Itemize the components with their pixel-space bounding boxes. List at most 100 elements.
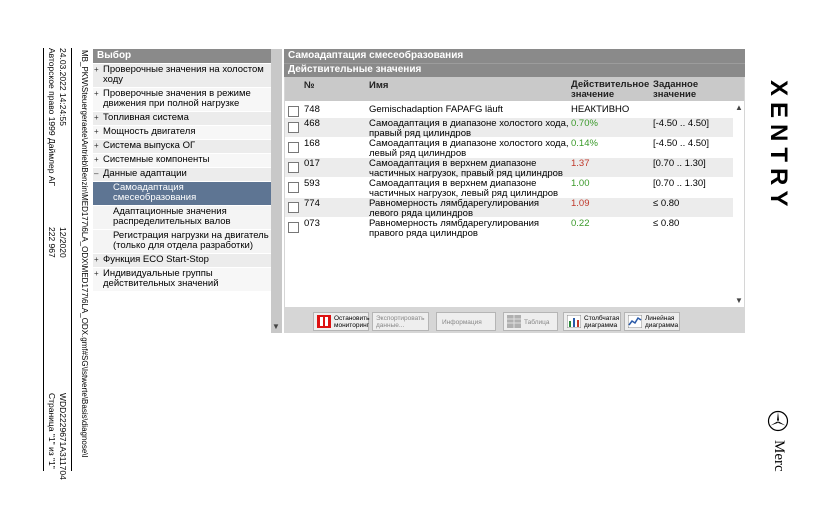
print-date-time: 24.03.2022 14:24:55	[58, 48, 68, 126]
table-row[interactable]: 017 Самоадаптация в верхнем диапазоне ча…	[285, 158, 733, 179]
column-num[interactable]: №	[304, 81, 315, 91]
tree-item-label: Проверочные значения в режиме движения п…	[103, 88, 251, 109]
line-chart-label: Линейная диаграмма	[645, 315, 679, 329]
expand-icon[interactable]: +	[94, 89, 102, 99]
row-target: ≤ 0.80	[653, 198, 680, 209]
row-num: 748	[304, 104, 320, 115]
panel-title: Самоадаптация смесеобразования	[284, 49, 745, 63]
row-name: Равномерность лямбдарегулирования левого…	[369, 198, 540, 219]
scroll-down-icon[interactable]: ▼	[735, 296, 743, 305]
table-header: № Имя Действительное значение Заданное з…	[285, 77, 744, 101]
tree-item-label: Топливная система	[103, 112, 189, 123]
tree-item-camshaft-adaptation[interactable]: Адаптационные значения распределительных…	[93, 206, 271, 229]
bar-chart-button[interactable]: Столбчатая диаграмма	[563, 312, 621, 331]
expand-icon[interactable]: +	[94, 127, 102, 137]
tree-item-exhaust-system[interactable]: + Система выпуска ОГ	[93, 140, 271, 153]
row-checkbox[interactable]	[288, 182, 299, 193]
row-name: Самоадаптация в верхнем диапазоне частич…	[369, 158, 563, 179]
print-page: Страница "1" из "1"	[47, 393, 57, 469]
collapse-icon[interactable]: –	[94, 169, 102, 179]
line-chart-icon	[628, 315, 642, 328]
table-icon	[507, 315, 521, 328]
expand-icon[interactable]: +	[94, 155, 102, 165]
table-row[interactable]: 468 Самоадаптация в диапазоне холостого …	[285, 118, 733, 139]
row-actual: 0.22	[571, 218, 590, 229]
tree-item-idle-values[interactable]: + Проверочные значения на холостом ходу	[93, 64, 271, 87]
stop-monitoring-label: Остановить мониторинг	[334, 315, 370, 329]
column-target[interactable]: Заданное значение	[653, 80, 723, 100]
tree-item-label: Система выпуска ОГ	[103, 140, 196, 151]
tree-item-individual-groups[interactable]: + Индивидуальные группы действительных зн…	[93, 268, 271, 291]
xentry-logo: XENTRY	[765, 80, 792, 213]
tree-item-mixture-adaptation[interactable]: Самоадаптация смесеобразования	[93, 182, 271, 205]
scroll-down-icon[interactable]: ▼	[272, 322, 280, 331]
table-row[interactable]: 593 Самоадаптация в верхнем диапазоне ча…	[285, 178, 733, 199]
print-vin: WDD2229671A311704	[58, 393, 68, 480]
row-actual: НЕАКТИВНО	[571, 104, 630, 115]
table-view-button[interactable]: Таблица	[503, 312, 558, 331]
export-data-button[interactable]: Экспортировать данные...	[372, 312, 429, 331]
row-checkbox[interactable]	[288, 202, 299, 213]
expand-icon[interactable]: +	[94, 113, 102, 123]
row-name: Равномерность лямбдарегулирования правог…	[369, 218, 540, 239]
tree-item-label: Мощность двигателя	[103, 126, 196, 137]
values-table: № Имя Действительное значение Заданное з…	[285, 77, 744, 307]
table-row[interactable]: 748 Gemischadaption FAPAFG läuft НЕАКТИВ…	[285, 104, 733, 118]
expand-icon[interactable]: +	[94, 141, 102, 151]
scroll-up-icon[interactable]: ▲	[735, 103, 743, 112]
line-chart-button[interactable]: Линейная диаграмма	[624, 312, 680, 331]
row-target: [-4.50 .. 4.50]	[653, 138, 709, 149]
row-checkbox[interactable]	[288, 106, 299, 117]
row-actual: 1.00	[571, 178, 590, 189]
row-checkbox[interactable]	[288, 122, 299, 133]
table-row[interactable]: 168 Самоадаптация в диапазоне холостого …	[285, 138, 733, 159]
row-actual: 0.70%	[571, 118, 598, 129]
mercedes-star-icon	[767, 410, 789, 432]
column-name[interactable]: Имя	[369, 81, 388, 91]
panel-subtitle: Действительные значения	[284, 63, 745, 77]
print-version-num: 222 967	[47, 227, 57, 258]
information-label: Информация	[442, 319, 482, 326]
print-version: 12/2020	[58, 227, 68, 258]
bar-chart-icon	[567, 315, 581, 328]
selection-panel: Выбор + Проверочные значения на холостом …	[93, 49, 271, 333]
table-row[interactable]: 774 Равномерность лямбдарегулирования ле…	[285, 198, 733, 219]
row-target: [0.70 .. 1.30]	[653, 178, 706, 189]
tree-item-label: Данные адаптации	[103, 168, 187, 179]
row-checkbox[interactable]	[288, 222, 299, 233]
row-num: 774	[304, 198, 320, 209]
tree-item-eco-start-stop[interactable]: + Функция ECO Start-Stop	[93, 254, 271, 267]
row-checkbox[interactable]	[288, 162, 299, 173]
expand-icon[interactable]: +	[94, 255, 102, 265]
expand-icon[interactable]: +	[94, 65, 102, 75]
tree-item-engine-power[interactable]: + Мощность двигателя	[93, 126, 271, 139]
expand-icon[interactable]: +	[94, 269, 102, 279]
row-actual: 1.09	[571, 198, 590, 209]
tree-item-label: Функция ECO Start-Stop	[103, 254, 209, 265]
tree-item-adaptation-data[interactable]: – Данные адаптации	[93, 168, 271, 181]
row-num: 593	[304, 178, 320, 189]
information-button[interactable]: Информация	[436, 312, 496, 331]
selection-header: Выбор	[93, 49, 271, 63]
row-num: 468	[304, 118, 320, 129]
tree-item-full-load-values[interactable]: + Проверочные значения в режиме движения …	[93, 88, 271, 111]
row-checkbox[interactable]	[288, 142, 299, 153]
row-num: 017	[304, 158, 320, 169]
table-row[interactable]: 073 Равномерность лямбдарегулирования пр…	[285, 218, 733, 239]
row-name: Самоадаптация в диапазоне холостого хода…	[369, 138, 569, 159]
row-name: Самоадаптация в диапазоне холостого хода…	[369, 118, 569, 139]
stop-monitoring-button[interactable]: Остановить мониторинг	[313, 312, 369, 331]
row-actual: 1.37	[571, 158, 590, 169]
stop-icon	[317, 315, 331, 328]
tree-item-fuel-system[interactable]: + Топливная система	[93, 112, 271, 125]
toolbar: Остановить мониторинг Экспортировать дан…	[285, 309, 744, 331]
table-scrollbar[interactable]: ▲ ▼	[734, 101, 744, 307]
selection-scrollbar[interactable]: ▼	[271, 49, 282, 333]
tree-item-engine-load-registration[interactable]: Регистрация нагрузки на двигатель (тольк…	[93, 230, 271, 253]
row-target: ≤ 0.80	[653, 218, 680, 229]
column-actual[interactable]: Действительное значение	[571, 80, 651, 100]
row-num: 168	[304, 138, 320, 149]
tree-item-system-components[interactable]: + Системные компоненты	[93, 154, 271, 167]
values-panel: Самоадаптация смесеобразования Действите…	[284, 49, 745, 333]
export-data-label: Экспортировать данные...	[376, 315, 425, 329]
